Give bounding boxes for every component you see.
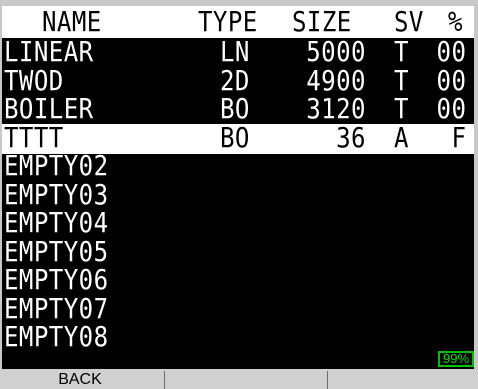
file-name: EMPTY04	[4, 206, 109, 239]
file-type: BO	[220, 120, 250, 154]
file-sv: T	[394, 63, 409, 97]
file-percent: F	[451, 120, 467, 154]
file-size: 5000	[306, 35, 366, 68]
softkey-2[interactable]	[165, 369, 325, 389]
file-size: 4900	[306, 63, 366, 97]
file-sv: A	[394, 120, 409, 154]
header-size: SIZE	[292, 5, 352, 38]
header-name: NAME	[42, 5, 102, 38]
file-size: 3120	[306, 92, 366, 125]
file-name: BOILER	[4, 92, 94, 125]
file-type: LN	[220, 35, 250, 68]
file-name: LINEAR	[4, 35, 94, 68]
screen-border-right	[474, 0, 478, 389]
file-name: TWOD	[4, 63, 64, 97]
file-sv: T	[394, 92, 409, 125]
file-percent: 00	[436, 63, 467, 97]
file-percent: 00	[436, 92, 467, 125]
file-percent: 00	[436, 35, 467, 68]
header-percent: %	[448, 5, 463, 38]
file-name: EMPTY05	[4, 234, 109, 268]
device-screen: NAME TYPE SIZE SV % LINEAR LN 5000 T 00 TWOD 2…	[0, 0, 478, 389]
column-header: NAME TYPE SIZE SV %	[2, 6, 474, 38]
battery-indicator: 99%	[438, 351, 474, 367]
softkey-3[interactable]	[328, 369, 478, 389]
file-name: EMPTY07	[4, 291, 109, 325]
file-name: EMPTY03	[4, 177, 109, 211]
header-sv: SV	[394, 5, 424, 38]
status-bar	[2, 349, 474, 369]
file-size: 36	[336, 120, 366, 154]
file-name: EMPTY02	[4, 149, 109, 182]
file-sv: T	[394, 35, 409, 68]
softkey-bar: BACK	[0, 369, 478, 389]
file-name: TTTT	[4, 120, 64, 154]
file-type: BO	[220, 92, 250, 125]
file-type: 2D	[220, 63, 250, 97]
header-type: TYPE	[198, 5, 258, 38]
back-button[interactable]: BACK	[0, 369, 160, 389]
file-name: EMPTY08	[4, 320, 109, 353]
file-name: EMPTY06	[4, 263, 109, 296]
